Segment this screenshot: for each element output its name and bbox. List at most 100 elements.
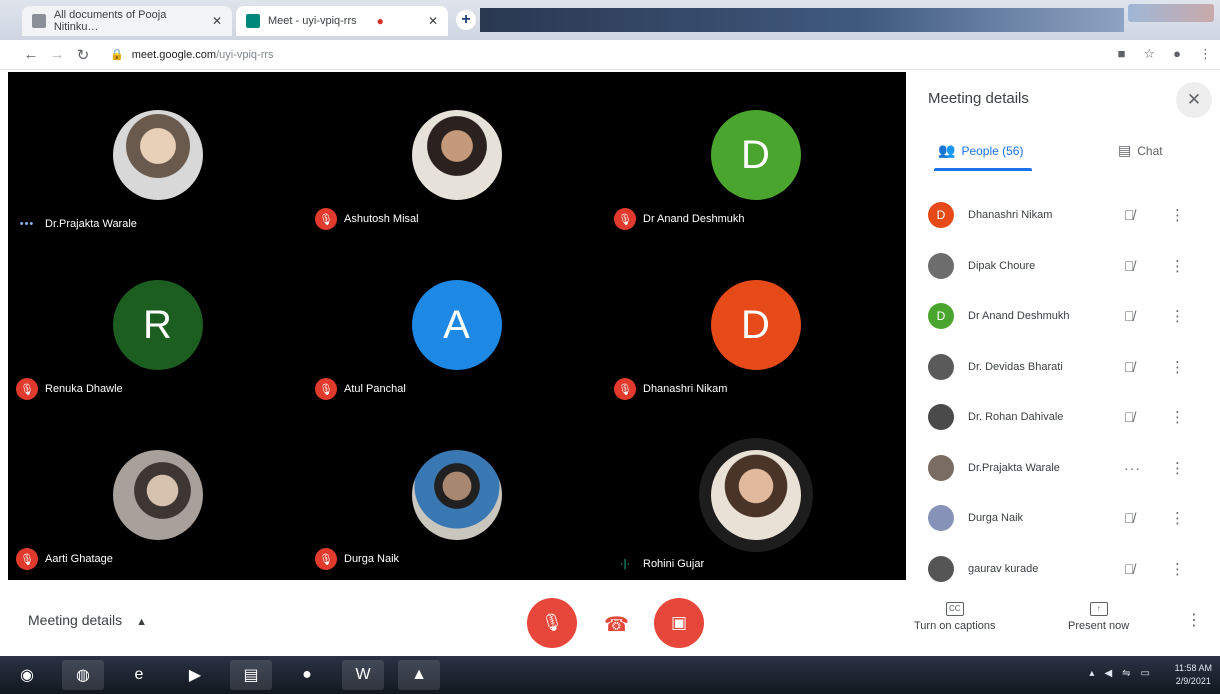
participant-tile[interactable]: R 🎙 Renuka Dhawle: [8, 242, 307, 410]
mic-off-icon: 🎙: [315, 378, 337, 400]
more-options-icon[interactable]: ⋮: [1170, 206, 1185, 224]
person-avatar: [928, 555, 954, 582]
nameplate: 🎙 Dhanashri Nikam: [614, 378, 727, 400]
window-titlebar-background: [480, 8, 1124, 32]
nameplate: 🎙 Atul Panchal: [315, 378, 406, 400]
forward-icon[interactable]: →: [44, 46, 70, 63]
mic-off-icon: 🎙: [614, 208, 636, 230]
present-now-button[interactable]: ↑ Present now: [1068, 602, 1129, 632]
participant-avatar: D: [710, 280, 801, 370]
start-button-icon[interactable]: ◉: [6, 660, 48, 690]
mic-off-icon: 🎙̸: [1124, 510, 1135, 527]
mic-off-icon: 🎙: [315, 208, 337, 230]
nameplate: 🎙 Renuka Dhawle: [16, 378, 123, 400]
participant-tile[interactable]: 🎙 Aarti Ghatage: [8, 412, 307, 580]
lock-icon[interactable]: 🔒: [110, 48, 124, 61]
word-icon[interactable]: W: [342, 660, 384, 690]
tab-title: Meet - uyi-vpiq-rrs: [268, 15, 357, 27]
list-item[interactable]: Dipak Choure 🎙̸ ⋮: [908, 241, 1220, 292]
tab-chat-label: Chat: [1137, 143, 1163, 158]
media-player-icon[interactable]: ▶: [174, 660, 216, 690]
mic-off-icon: 🎙: [315, 548, 337, 570]
tab-close-icon[interactable]: ✕: [428, 14, 438, 28]
more-options-icon[interactable]: ⋮: [1170, 307, 1185, 325]
participant-tile[interactable]: A 🎙 Atul Panchal: [307, 242, 606, 410]
os-taskbar: ◉ ◍ e ▶ ▤ ● W ▲ ▴ ◀ ⇋ ▭ 11:58 AM 2/9/202…: [0, 656, 1220, 694]
mic-toggle-button[interactable]: 🎙: [527, 598, 577, 648]
chat-icon: ▤: [1118, 142, 1132, 158]
participant-name: Dr.Prajakta Warale: [45, 218, 137, 230]
list-item[interactable]: D Dhanashri Nikam 🎙̸ ⋮: [908, 190, 1220, 241]
url-path: /uyi-vpiq-rrs: [216, 48, 274, 61]
file-explorer-icon[interactable]: ▤: [230, 660, 272, 690]
list-item[interactable]: Dr.Prajakta Warale ··· ⋮: [908, 443, 1220, 494]
nameplate: 🎙 Durga Naik: [315, 548, 399, 570]
camera-off-icon: ▣: [670, 613, 688, 632]
firefox-icon[interactable]: ●: [286, 660, 328, 690]
network-icon[interactable]: ⇋: [1122, 668, 1130, 679]
participant-tile[interactable]: D 🎙 Dr Anand Deshmukh: [606, 72, 905, 240]
participant-photo: [112, 450, 203, 540]
list-item[interactable]: Dr. Rohan Dahivale 🎙̸ ⋮: [908, 392, 1220, 443]
more-options-icon[interactable]: ⋮: [1170, 459, 1185, 477]
bookmark-star-icon[interactable]: ☆: [1143, 46, 1155, 62]
captions-icon: CC: [945, 602, 964, 616]
url-field[interactable]: meet.google.com/uyi-vpiq-rrs: [132, 49, 274, 61]
meeting-details-label: Meeting details: [28, 612, 123, 628]
list-item[interactable]: Durga Naik 🎙̸ ⋮: [908, 493, 1220, 544]
tab-chat[interactable]: ▤ Chat: [1118, 142, 1163, 159]
pdf-reader-icon[interactable]: ▲: [398, 660, 440, 690]
profile-avatar-icon[interactable]: ●: [1173, 46, 1181, 62]
system-clock[interactable]: 11:58 AM 2/9/2021: [1175, 662, 1212, 688]
list-item[interactable]: D Dr Anand Deshmukh 🎙̸ ⋮: [908, 291, 1220, 342]
meeting-details-toggle[interactable]: Meeting details ▲: [28, 612, 147, 628]
new-tab-button[interactable]: +: [456, 10, 476, 30]
participant-photo: [112, 110, 203, 200]
participant-tile[interactable]: ·|· Rohini Gujar: [606, 412, 905, 580]
captions-button[interactable]: CC Turn on captions: [914, 602, 996, 632]
speaking-dots-icon: •••: [19, 218, 35, 230]
phone-hangup-icon: ☎: [604, 614, 629, 636]
list-item[interactable]: Dr. Devidas Bharati 🎙̸ ⋮: [908, 342, 1220, 393]
clock-time: 11:58 AM: [1174, 663, 1212, 673]
participant-tile[interactable]: D 🎙 Dhanashri Nikam: [606, 242, 905, 410]
participant-name: Atul Panchal: [344, 383, 406, 395]
participant-tile[interactable]: 🎙 Ashutosh Misal: [307, 72, 606, 240]
tab-documents[interactable]: All documents of Pooja Nitinku… ✕: [22, 6, 232, 36]
back-icon[interactable]: ←: [18, 46, 44, 63]
hang-up-button[interactable]: ☎: [604, 612, 629, 637]
more-options-icon[interactable]: ⋮: [1170, 560, 1185, 578]
more-options-icon[interactable]: ⋮: [1170, 358, 1185, 376]
more-options-icon[interactable]: ⋮: [1170, 509, 1185, 527]
more-options-icon[interactable]: ⋮: [1170, 257, 1185, 275]
volume-icon[interactable]: ◀: [1104, 668, 1112, 679]
person-name: Dipak Choure: [968, 259, 1036, 272]
action-center-icon[interactable]: ▭: [1141, 668, 1150, 679]
reload-icon[interactable]: ↻: [70, 46, 96, 64]
audio-level-icon: ·|·: [619, 558, 631, 570]
window-controls[interactable]: [1128, 4, 1214, 22]
participant-avatar: D: [710, 110, 801, 200]
address-bar: ← → ↻ 🔒 meet.google.com/uyi-vpiq-rrs ■ ☆…: [0, 40, 1220, 70]
participant-name: Durga Naik: [344, 553, 400, 565]
tab-close-icon[interactable]: ✕: [212, 14, 222, 28]
chrome-icon[interactable]: ◍: [62, 660, 104, 690]
tab-meet[interactable]: Meet - uyi-vpiq-rrs ● ✕: [236, 6, 448, 36]
mic-off-icon: 🎙: [614, 378, 636, 400]
camera-toggle-button[interactable]: ▣: [654, 598, 704, 648]
list-item[interactable]: gaurav kurade 🎙̸ ⋮: [908, 544, 1220, 595]
internet-explorer-icon[interactable]: e: [118, 660, 160, 690]
browser-menu-icon[interactable]: ⋮: [1199, 46, 1212, 62]
more-options-icon[interactable]: ⋮: [1170, 408, 1185, 426]
tab-people[interactable]: 👥 People (56): [938, 142, 1023, 159]
more-options-icon[interactable]: ⋮: [1186, 610, 1202, 630]
camera-indicator-icon[interactable]: ■: [1118, 46, 1126, 62]
panel-close-button[interactable]: ✕: [1176, 82, 1212, 118]
tray-arrow-icon[interactable]: ▴: [1089, 668, 1094, 679]
person-name: Dr.Prajakta Warale: [968, 461, 1060, 474]
participant-tile[interactable]: ••• Dr.Prajakta Warale: [8, 72, 307, 240]
participant-tile[interactable]: 🎙 Durga Naik: [307, 412, 606, 580]
mic-off-icon: 🎙: [16, 378, 38, 400]
people-icon: 👥: [938, 142, 956, 158]
url-host: meet.google.com: [131, 48, 217, 61]
